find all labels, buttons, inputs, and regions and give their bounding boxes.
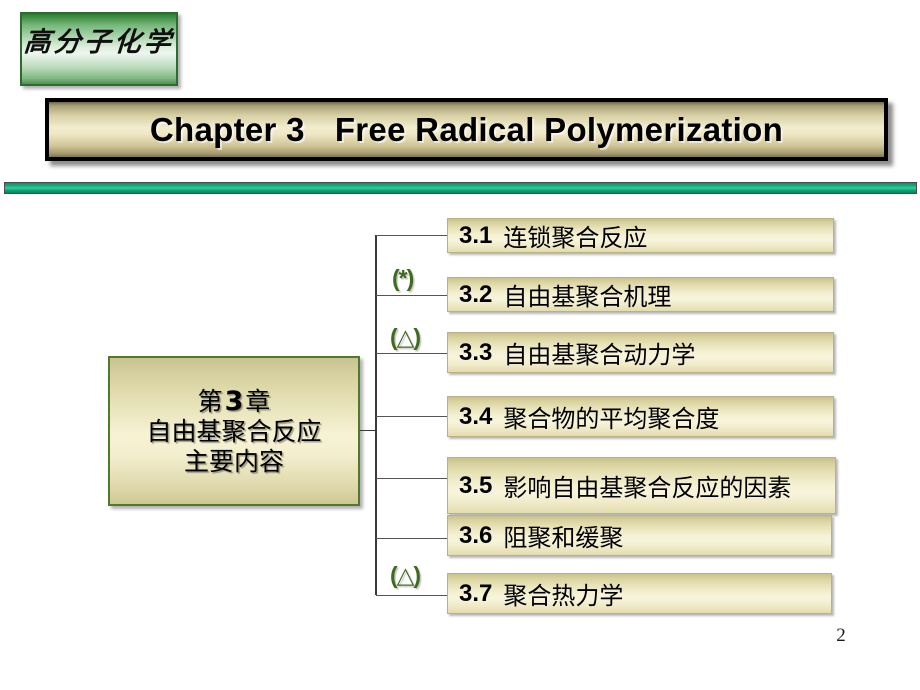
marker-item-2: (*) bbox=[392, 265, 414, 291]
content-outline-diagram: 第3章 自由基聚合反应 主要内容 (*) (△) (△) 3.1 连锁聚合反应 … bbox=[0, 0, 920, 690]
outline-item-3-6-label: 阻聚和缓聚 bbox=[503, 524, 624, 552]
root-line1-number: 3 bbox=[224, 385, 244, 417]
outline-item-3-7-label: 聚合热力学 bbox=[503, 582, 624, 610]
outline-item-3-2[interactable]: 3.2 自由基聚合机理 bbox=[447, 277, 834, 312]
outline-item-3-1[interactable]: 3.1 连锁聚合反应 bbox=[447, 218, 834, 253]
marker-item-3: (△) bbox=[390, 324, 421, 350]
outline-item-3-1-number: 3.1 bbox=[459, 221, 493, 249]
outline-item-3-6[interactable]: 3.6 阻聚和缓聚 bbox=[447, 515, 832, 556]
tree-trunk-line bbox=[375, 235, 377, 595]
outline-item-3-3[interactable]: 3.3 自由基聚合动力学 bbox=[447, 332, 834, 373]
branch-connector-7 bbox=[376, 595, 447, 596]
root-line1-prefix: 第 bbox=[197, 386, 223, 416]
page-number: 2 bbox=[836, 625, 846, 646]
root-node-line-1: 第3章 bbox=[198, 386, 271, 418]
outline-item-3-1-label: 连锁聚合反应 bbox=[503, 224, 648, 252]
outline-item-3-5-label: 影响自由基聚合反应的因素 bbox=[503, 474, 792, 502]
outline-item-3-2-label: 自由基聚合机理 bbox=[503, 283, 672, 311]
branch-connector-3 bbox=[376, 353, 447, 354]
root-node-line-2: 自由基聚合反应 bbox=[146, 417, 322, 447]
outline-item-3-6-number: 3.6 bbox=[459, 521, 493, 549]
root-node-chapter-overview: 第3章 自由基聚合反应 主要内容 bbox=[108, 356, 360, 506]
outline-item-3-7-number: 3.7 bbox=[459, 579, 493, 607]
outline-item-3-3-number: 3.3 bbox=[459, 338, 493, 366]
outline-item-3-2-number: 3.2 bbox=[459, 280, 493, 308]
outline-item-3-4[interactable]: 3.4 聚合物的平均聚合度 bbox=[447, 396, 834, 437]
branch-connector-2 bbox=[376, 295, 447, 296]
marker-item-7: (△) bbox=[390, 562, 421, 588]
branch-connector-5 bbox=[376, 478, 447, 479]
outline-item-3-4-number: 3.4 bbox=[459, 402, 493, 430]
branch-connector-6 bbox=[376, 538, 447, 539]
outline-item-3-5-number: 3.5 bbox=[459, 471, 493, 499]
branch-connector-1 bbox=[376, 235, 447, 236]
outline-item-3-4-label: 聚合物的平均聚合度 bbox=[503, 405, 720, 433]
root-stem-connector bbox=[360, 430, 376, 431]
root-line1-suffix: 章 bbox=[245, 386, 271, 416]
outline-item-3-5[interactable]: 3.5 影响自由基聚合反应的因素 bbox=[447, 457, 836, 514]
outline-item-3-7[interactable]: 3.7 聚合热力学 bbox=[447, 573, 832, 614]
root-node-line-3: 主要内容 bbox=[183, 446, 284, 476]
slide-canvas: 高分子化学 Chapter 3 Free Radical Polymerizati… bbox=[0, 0, 920, 690]
outline-item-3-3-label: 自由基聚合动力学 bbox=[503, 341, 696, 369]
branch-connector-4 bbox=[376, 416, 447, 417]
